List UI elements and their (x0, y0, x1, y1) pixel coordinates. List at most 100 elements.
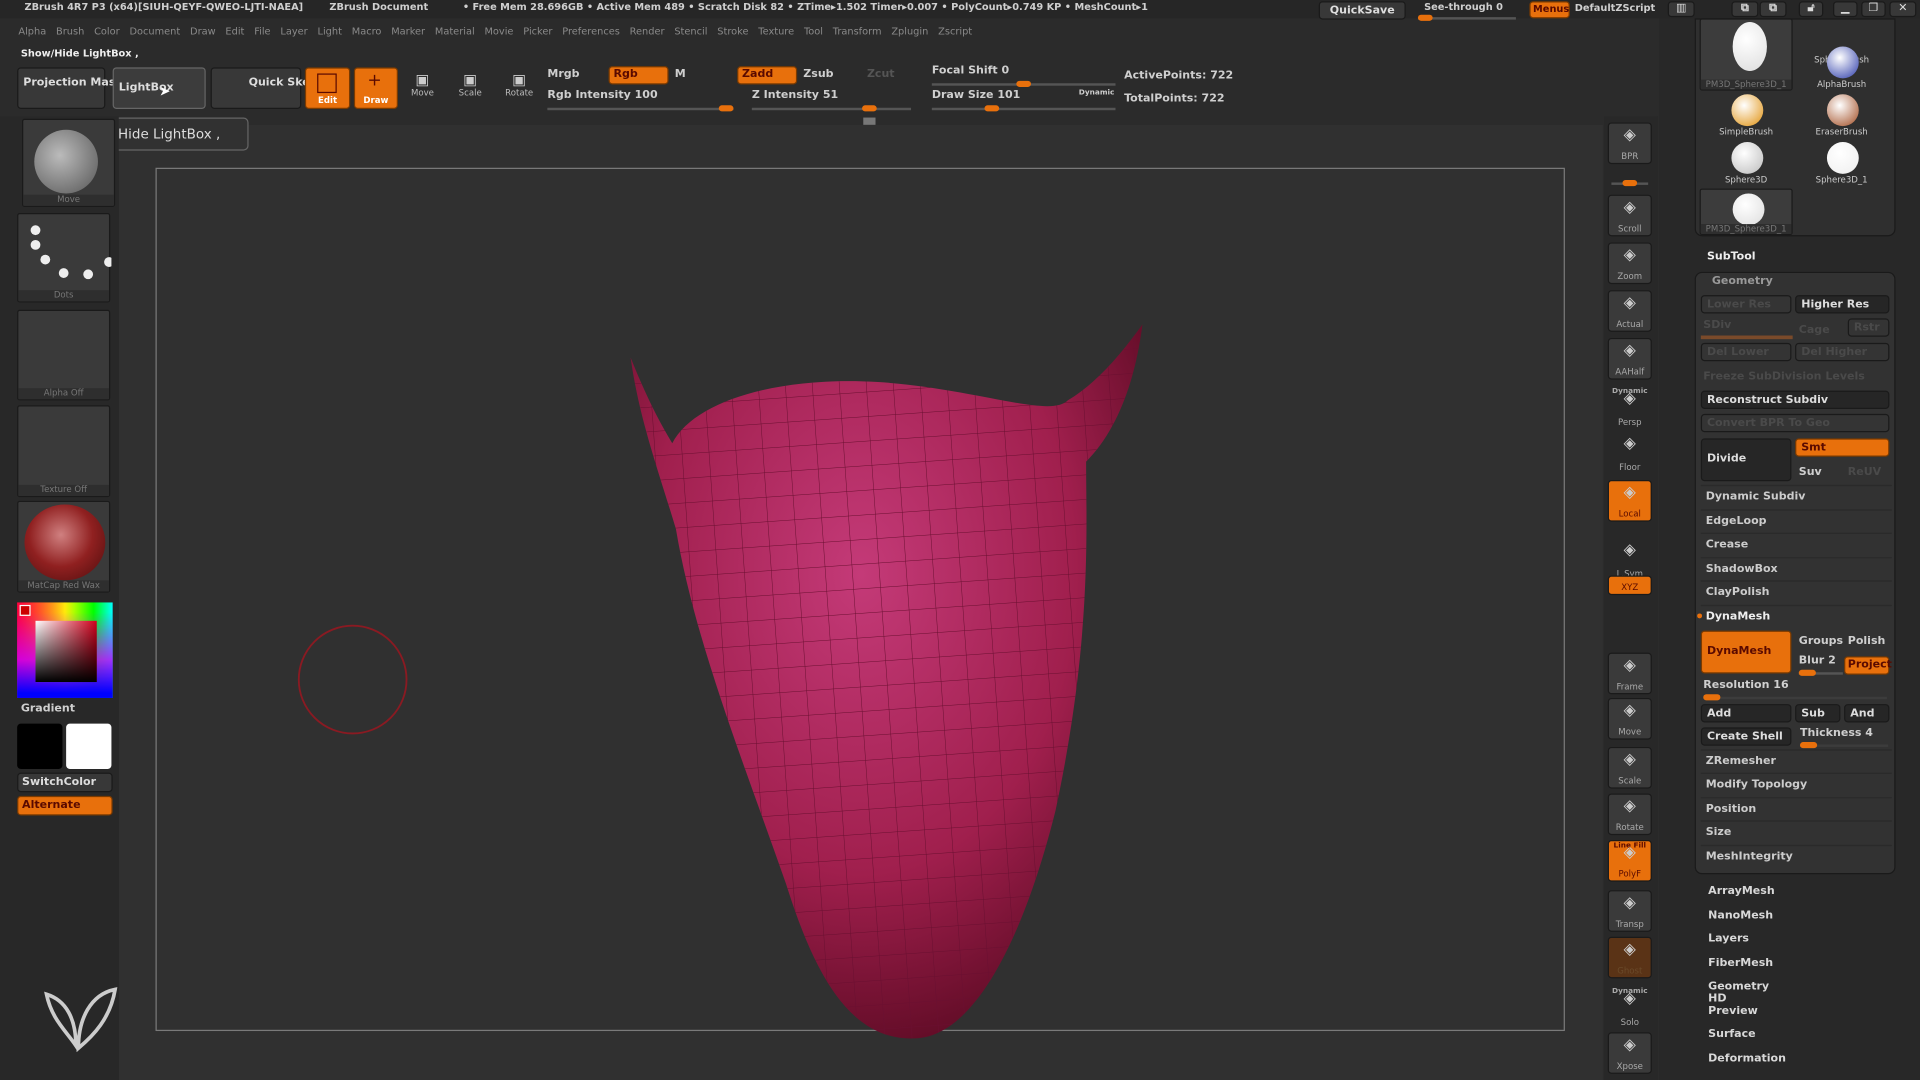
subtool-header[interactable]: SubTool (1707, 251, 1756, 263)
default-zscript[interactable]: DefaultZScript (1575, 2, 1656, 13)
tool-menu-surface[interactable]: Surface (1708, 1029, 1755, 1041)
dynamesh-button[interactable]: DynaMesh (1700, 630, 1792, 674)
move-button[interactable]: ◈ Move (1607, 697, 1652, 740)
dynamesh-section[interactable]: DynaMesh (1700, 604, 1892, 628)
actual-button[interactable]: ◈ Actual (1607, 290, 1652, 332)
crease-section[interactable]: Crease (1700, 532, 1892, 556)
z-intensity-slider[interactable] (751, 105, 912, 112)
quicksave-button[interactable]: QuickSave (1318, 1, 1406, 20)
xyz-button[interactable]: XYZ (1607, 575, 1652, 596)
bpr-button[interactable]: ◈ BPR (1607, 122, 1652, 165)
reuv-button[interactable]: ReUV (1848, 467, 1881, 479)
line-fill-polyf-button[interactable]: Line Fill ◈ PolyF (1607, 840, 1652, 882)
secondary-color-swatch[interactable] (17, 723, 63, 769)
tool-menu-layers[interactable]: Layers (1708, 933, 1749, 945)
menu-file[interactable]: File (254, 26, 270, 37)
tool-thumbnail[interactable]: AlphaBrush (1795, 43, 1888, 89)
l-sym-button[interactable]: ◈ L.Sym (1608, 539, 1652, 581)
brush-selector[interactable]: Move (22, 118, 116, 207)
gradient-toggle[interactable]: Gradient (21, 703, 75, 715)
prev-layout-icon[interactable]: ⧉ (1731, 1, 1759, 18)
sub-button[interactable]: Sub (1795, 704, 1841, 723)
draw-size-slider[interactable] (931, 105, 1116, 112)
floor-button[interactable]: ◈ Floor (1608, 432, 1652, 474)
close-icon[interactable]: ✕ (1889, 1, 1917, 18)
scale-button[interactable]: ◈ Scale (1607, 746, 1652, 789)
polish-toggle[interactable]: Polish (1848, 636, 1886, 648)
menu-document[interactable]: Document (129, 26, 180, 37)
material-selector[interactable]: MatCap Red Wax (17, 500, 111, 593)
zadd-button[interactable]: Zadd (737, 66, 798, 85)
dynamic-subdiv-section[interactable]: Dynamic Subdiv (1700, 484, 1892, 508)
local-button[interactable]: ◈ Local (1607, 480, 1652, 522)
stroke-selector[interactable]: Dots (17, 213, 112, 303)
modify-topology-section[interactable]: Modify Topology (1700, 772, 1892, 796)
tool-menu-nanomesh[interactable]: NanoMesh (1708, 909, 1773, 921)
project-toggle[interactable]: Project (1844, 656, 1892, 675)
spix-slider-track[interactable] (1611, 180, 1649, 187)
zcut-button[interactable]: Zcut (867, 69, 895, 81)
higher-res-button[interactable]: Higher Res (1795, 295, 1890, 314)
resolution-slider[interactable] (1703, 694, 1887, 701)
zsub-button[interactable]: Zsub (803, 69, 833, 81)
tool-thumbnail[interactable]: Sphere3D (1700, 138, 1793, 185)
dynamic-solo-button[interactable]: Dynamic ◈ Solo (1608, 987, 1652, 1029)
size-section[interactable]: Size (1700, 820, 1892, 843)
menu-zplugin[interactable]: Zplugin (891, 26, 928, 37)
move-mode-button[interactable]: ▣ Move (408, 71, 437, 98)
tool-menu-fibermesh[interactable]: FiberMesh (1708, 957, 1773, 969)
del-higher-button[interactable]: Del Higher (1795, 342, 1890, 362)
scale-mode-button[interactable]: ▣ Scale (456, 71, 485, 98)
viewport[interactable] (118, 124, 1603, 1080)
freeze-subdivision-button[interactable]: Freeze SubDivision Levels (1703, 371, 1865, 383)
texture-selector[interactable]: Texture Off (17, 405, 111, 498)
next-layout-icon[interactable]: ⧉ (1759, 1, 1787, 18)
switchcolor-button[interactable]: SwitchColor (17, 772, 113, 793)
tool-thumbnail[interactable]: PM3D_Sphere3D_1 (1699, 188, 1793, 236)
thickness-slider[interactable] (1800, 742, 1889, 749)
menu-brush[interactable]: Brush (56, 26, 84, 37)
tool-thumbnail[interactable]: EraserBrush (1795, 91, 1888, 137)
menu-zscript[interactable]: Zscript (938, 26, 972, 37)
zremesher-section[interactable]: ZRemesher (1700, 749, 1892, 772)
minimize-icon[interactable]: ▁ (1833, 1, 1858, 18)
menu-draw[interactable]: Draw (190, 26, 216, 37)
primary-color-swatch[interactable] (66, 723, 112, 769)
color-picker[interactable] (17, 602, 113, 698)
aahalf-button[interactable]: ◈ AAHalf (1607, 337, 1652, 380)
xpose-button[interactable]: ◈ Xpose (1607, 1032, 1652, 1074)
tool-thumbnail[interactable]: PM3D_Sphere3D_1 (1699, 18, 1793, 91)
rotate-mode-button[interactable]: ▣ Rotate (503, 71, 535, 98)
m-button[interactable]: M (675, 69, 686, 81)
mesh-model[interactable] (119, 125, 1603, 1080)
suv-toggle[interactable]: Suv (1799, 467, 1822, 479)
menus-button[interactable]: Menus (1529, 1, 1570, 19)
and-button[interactable]: And (1844, 704, 1890, 723)
blur-slider[interactable] (1798, 669, 1843, 676)
menu-tool[interactable]: Tool (804, 26, 823, 37)
menu-render[interactable]: Render (630, 26, 665, 37)
alpha-selector[interactable]: Alpha Off (17, 309, 111, 401)
menu-preferences[interactable]: Preferences (562, 26, 620, 37)
menu-picker[interactable]: Picker (523, 26, 552, 37)
add-button[interactable]: Add (1700, 704, 1792, 723)
dynamic-persp-button[interactable]: Dynamic ◈ Persp (1608, 387, 1652, 429)
shadowbox-section[interactable]: ShadowBox (1700, 557, 1892, 580)
zoom-button[interactable]: ◈ Zoom (1607, 242, 1652, 285)
scroll-button[interactable]: ◈ Scroll (1607, 194, 1652, 237)
restore-icon[interactable]: ❐ (1861, 1, 1886, 18)
menu-movie[interactable]: Movie (484, 26, 513, 37)
lock-icon[interactable]: 🔓︎ (1798, 1, 1824, 18)
cage-button[interactable]: Cage (1799, 324, 1830, 336)
tool-menu-arraymesh[interactable]: ArrayMesh (1708, 885, 1775, 897)
ghost-button[interactable]: ◈ Ghost (1607, 936, 1652, 979)
geometry-header[interactable]: Geometry (1712, 276, 1773, 288)
menu-alpha[interactable]: Alpha (18, 26, 46, 37)
rotate-button[interactable]: ◈ Rotate (1607, 793, 1652, 836)
create-shell-button[interactable]: Create Shell (1700, 727, 1792, 746)
tool-thumbnail[interactable]: Sphere3D_1 (1795, 138, 1888, 185)
menu-color[interactable]: Color (94, 26, 120, 37)
tool-menu-geometry-hd[interactable]: Geometry HD (1708, 981, 1769, 1005)
meshintegrity-section[interactable]: MeshIntegrity (1700, 844, 1892, 868)
lower-res-button[interactable]: Lower Res (1700, 295, 1792, 314)
